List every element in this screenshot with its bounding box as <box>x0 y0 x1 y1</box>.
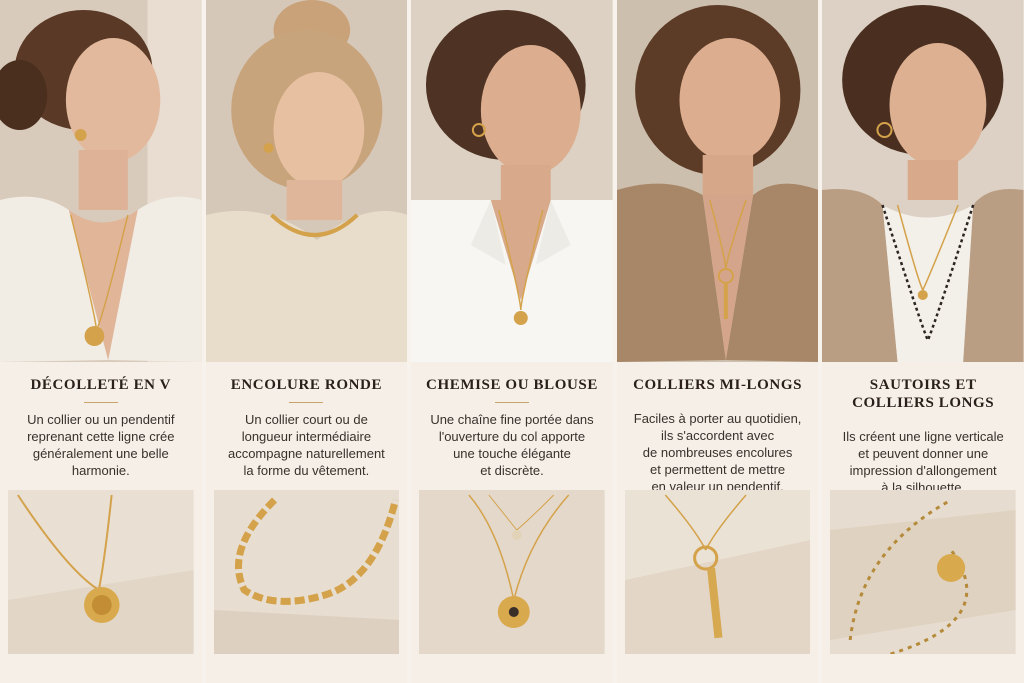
column-shirt: Chemise ou blouse Une chaîne fine portée… <box>411 0 613 683</box>
column-description: Faciles à porter au quotidien, ils s'acc… <box>633 411 802 494</box>
column-round-neck: Encolure ronde Un collier court ou de lo… <box>205 0 408 683</box>
detail-photo-bar-pendant <box>624 490 811 654</box>
detail-photo-chain <box>213 490 400 654</box>
necklace-guide-grid: Décolleté en V Un collier ou un pendenti… <box>0 0 1024 683</box>
portrait-v-neck <box>0 0 202 362</box>
column-v-neck: Décolleté en V Un collier ou un pendenti… <box>0 0 202 683</box>
portrait-shirt <box>411 0 613 362</box>
column-description: Une chaîne fine portée dans l'ouverture … <box>430 412 594 478</box>
column-long: Sautoirs et colliers longs Ils créent un… <box>822 0 1024 683</box>
title-divider <box>289 402 324 403</box>
detail-photo-fine-chain <box>419 490 605 654</box>
column-mid-length: Colliers mi-longs Faciles à porter au qu… <box>616 0 819 683</box>
text-round-neck: Encolure ronde Un collier court ou de lo… <box>206 362 408 484</box>
column-description: Ils créent une ligne verticale et peuven… <box>842 429 1004 495</box>
portrait-round-neck <box>205 0 408 362</box>
text-v-neck: Décolleté en V Un collier ou un pendenti… <box>0 362 202 484</box>
portrait-long <box>822 0 1024 362</box>
detail-photo-beaded-chain <box>830 490 1016 654</box>
text-long: Sautoirs et colliers longs Ils créent un… <box>822 362 1024 495</box>
column-title: Encolure ronde <box>230 377 383 393</box>
title-divider <box>83 402 118 403</box>
column-title: Sautoirs et colliers longs <box>852 377 995 411</box>
text-mid-length: Colliers mi-longs Faciles à porter au qu… <box>617 362 819 494</box>
column-title: Décolleté en V <box>30 377 172 393</box>
column-title: Chemise ou blouse <box>426 377 598 393</box>
detail-photo-pendant <box>8 490 194 654</box>
text-shirt: Chemise ou blouse Une chaîne fine portée… <box>411 362 613 484</box>
title-divider <box>494 402 529 403</box>
portrait-mid-length <box>616 0 819 362</box>
column-title: Colliers mi-longs <box>633 377 803 393</box>
column-description: Un collier ou un pendentif reprenant cet… <box>27 412 175 478</box>
column-description: Un collier court ou de longueur interméd… <box>227 412 385 478</box>
